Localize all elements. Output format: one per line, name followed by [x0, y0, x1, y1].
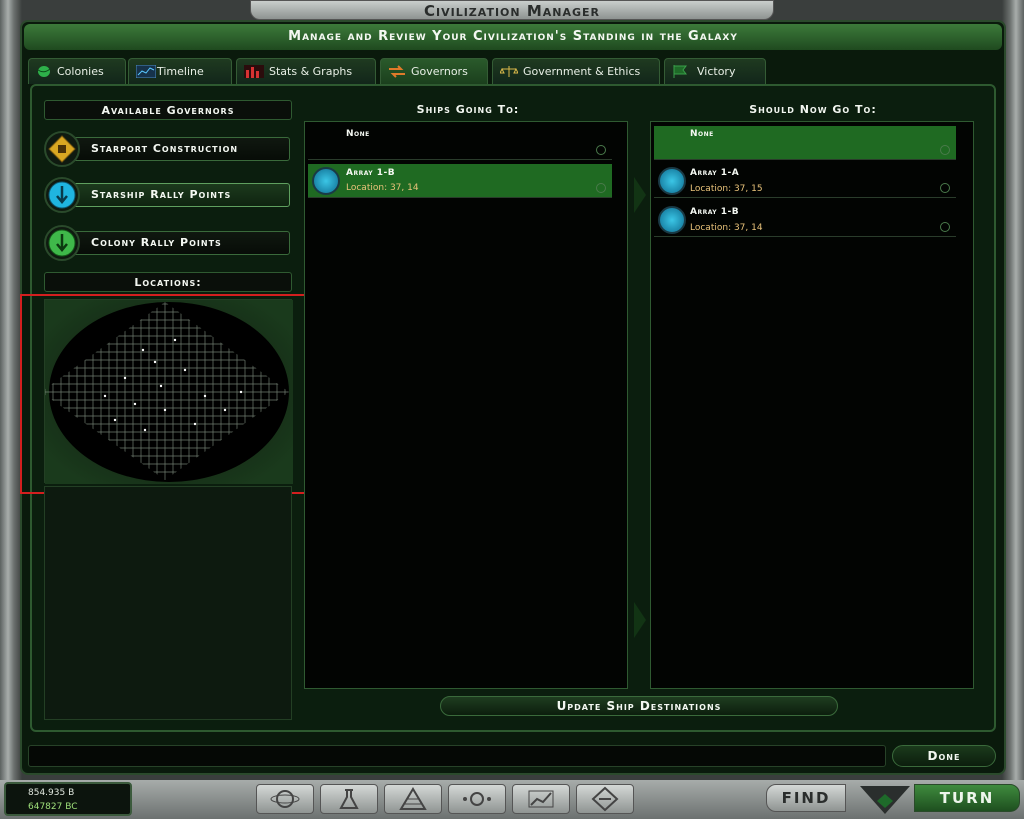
arrow-right-icon [634, 602, 646, 638]
starport-icon [44, 131, 80, 167]
gem-icon[interactable] [860, 782, 910, 816]
info-icon[interactable] [940, 183, 950, 193]
planet-icon [270, 790, 300, 808]
item-name: Array 1-B [690, 207, 740, 217]
arrow-right-icon [634, 177, 646, 213]
should-now-go-to-header: Should Now Go To: [749, 103, 877, 116]
list-item[interactable]: Array 1-B Location: 37, 14 [654, 203, 956, 237]
planet-icon [37, 66, 51, 77]
tab-label: Government & Ethics [523, 65, 641, 78]
starship-rally-icon [658, 206, 686, 234]
bc-value: 647827 BC [28, 802, 78, 812]
turn-button[interactable]: TURN [914, 784, 1020, 812]
tab-timeline[interactable]: Timeline [128, 58, 232, 84]
governor-starship-rally-points[interactable]: Starship Rally Points [44, 177, 292, 213]
ships-going-to-header: Ships Going To: [416, 103, 520, 116]
list-item-selected[interactable]: None [654, 126, 956, 160]
item-name: None [690, 129, 714, 139]
bar-chart-icon [244, 65, 264, 78]
tab-label: Timeline [157, 65, 204, 78]
window-title: Civilization Manager [250, 0, 774, 20]
locations-header: Locations: [44, 272, 292, 292]
status-field [28, 745, 886, 767]
tab-label: Colonies [57, 65, 104, 78]
tab-stats-graphs[interactable]: Stats & Graphs [236, 58, 376, 84]
highlight-box [20, 294, 342, 494]
update-ship-destinations-button[interactable]: Update Ship Destinations [440, 696, 838, 716]
starship-rally-icon [312, 167, 340, 195]
governor-label: Starport Construction [64, 137, 290, 161]
available-governors-header: Available Governors [44, 100, 292, 120]
item-name: Array 1-B [346, 168, 396, 178]
timeline-icon [136, 65, 156, 78]
research-button[interactable] [320, 784, 378, 814]
item-location: Location: 37, 14 [346, 183, 419, 193]
flag-icon [673, 65, 687, 78]
list-item[interactable]: None [308, 126, 612, 160]
list-item[interactable]: Array 1-A Location: 37, 15 [654, 164, 956, 198]
governor-label: Colony Rally Points [64, 231, 290, 255]
diplomacy-button[interactable] [448, 784, 506, 814]
item-location: Location: 37, 14 [690, 223, 763, 233]
ships-going-to-list [304, 121, 628, 689]
governor-starport-construction[interactable]: Starport Construction [44, 131, 292, 167]
info-icon[interactable] [940, 145, 950, 155]
tab-governors[interactable]: Governors [380, 58, 488, 84]
graph-icon [528, 790, 554, 808]
starship-rally-icon [658, 167, 686, 195]
info-icon[interactable] [596, 183, 606, 193]
pyramid-icon [399, 787, 427, 810]
scales-icon [500, 66, 518, 77]
list-item-selected[interactable]: Array 1-B Location: 37, 14 [308, 164, 612, 198]
item-location: Location: 37, 15 [690, 184, 763, 194]
arrows-icon [389, 65, 405, 78]
starship-rally-icon [44, 177, 80, 213]
governor-colony-rally-points[interactable]: Colony Rally Points [44, 225, 292, 261]
tab-label: Victory [697, 65, 736, 78]
tab-label: Stats & Graphs [269, 65, 353, 78]
credits-display: 854.935 B 647827 BC [4, 782, 132, 816]
done-button[interactable]: Done [892, 745, 996, 767]
planet-button[interactable] [256, 784, 314, 814]
colony-rally-icon [44, 225, 80, 261]
ship-design-button[interactable] [576, 784, 634, 814]
find-button[interactable]: FIND [766, 784, 846, 812]
item-name: Array 1-A [690, 168, 740, 178]
orbit-icon [463, 792, 491, 806]
info-icon[interactable] [596, 145, 606, 155]
credits-value: 854.935 B [28, 788, 75, 798]
ship-icon [591, 786, 619, 812]
governments-button[interactable] [384, 784, 442, 814]
tab-label: Governors [411, 65, 468, 78]
governor-label: Starship Rally Points [64, 183, 290, 207]
tab-government-ethics[interactable]: Government & Ethics [492, 58, 660, 84]
governor-details-area [44, 486, 292, 720]
item-name: None [346, 129, 370, 139]
info-icon[interactable] [940, 222, 950, 232]
page-subtitle: Manage and Review Your Civilization's St… [24, 24, 1002, 50]
flask-icon [339, 789, 359, 809]
tab-colonies[interactable]: Colonies [28, 58, 126, 84]
stats-button[interactable] [512, 784, 570, 814]
tab-victory[interactable]: Victory [664, 58, 766, 84]
